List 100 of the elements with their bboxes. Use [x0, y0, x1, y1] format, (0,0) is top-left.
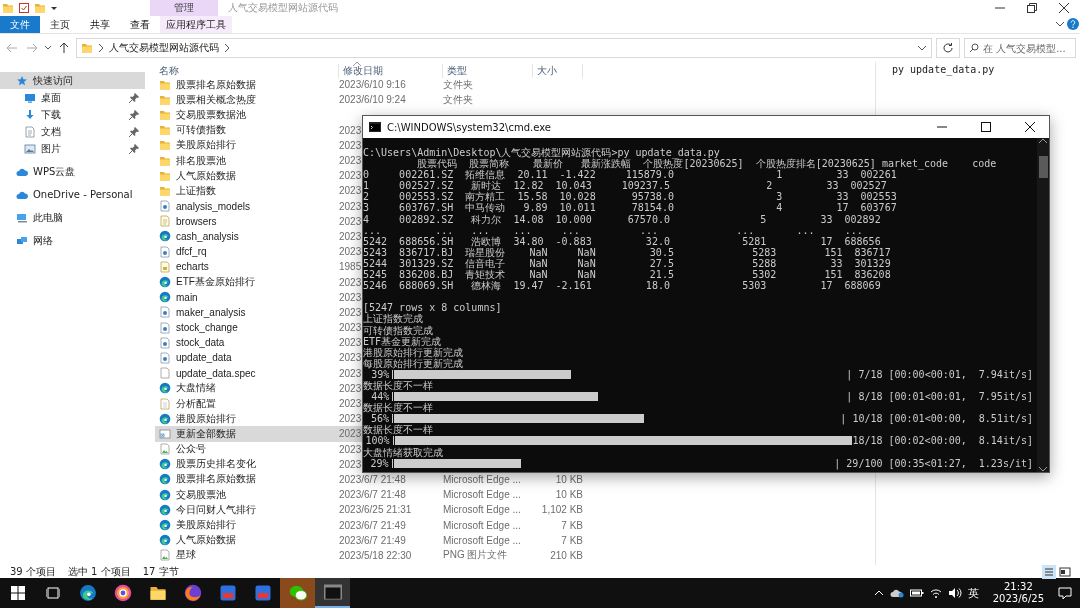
- refresh-button[interactable]: [936, 38, 960, 58]
- date-cell: 2023/6/7 21:49: [339, 519, 406, 531]
- column-header[interactable]: 类型: [443, 64, 533, 78]
- nav-item[interactable]: 此电脑: [0, 209, 145, 226]
- taskbar-app[interactable]: [280, 578, 315, 608]
- selection-info: 选中 1 个项目: [67, 564, 131, 579]
- nav-item[interactable]: 网络: [0, 232, 145, 249]
- wifi-icon[interactable]: [929, 587, 942, 599]
- chevron-up-icon[interactable]: [873, 588, 884, 598]
- file-name[interactable]: maker_analysis: [176, 306, 246, 318]
- computer-icon: [16, 211, 28, 224]
- nav-item[interactable]: 图片: [0, 140, 145, 157]
- item-count: 39 个项目: [10, 564, 56, 579]
- date-cell: 2023/5/18 22:30: [339, 549, 412, 561]
- file-name[interactable]: 美股原始排行: [176, 138, 236, 153]
- date-cell: 2023: [339, 291, 362, 303]
- file-name[interactable]: 交易股票数据池: [176, 107, 246, 122]
- console-line: [5247 rows x 8 columns]: [363, 302, 503, 314]
- column-header[interactable]: 修改日期: [339, 64, 443, 78]
- nav-item[interactable]: 快速访问: [0, 72, 145, 89]
- folder-icon: [159, 139, 171, 152]
- size-cell: 210 KB: [550, 549, 583, 561]
- progress-stats: | 7/18 [00:00<00:01, 7.94it/s]: [846, 368, 1033, 380]
- address-bar[interactable]: 人气交易模型网站源代码: [76, 38, 932, 58]
- battery-icon[interactable]: [909, 588, 924, 598]
- clock[interactable]: 21:32 2023/6/25: [992, 581, 1044, 605]
- file-name[interactable]: 更新全部数据: [176, 426, 236, 441]
- help-icon[interactable]: [1066, 16, 1080, 32]
- date-cell: 2023: [339, 428, 362, 440]
- file-name[interactable]: 上证指数: [176, 183, 216, 198]
- file-name[interactable]: 可转债指数: [176, 123, 226, 138]
- column-header[interactable]: 大小: [533, 64, 583, 78]
- scroll-down-icon[interactable]: [1039, 466, 1047, 472]
- taskbar-app[interactable]: [315, 578, 350, 608]
- file-name[interactable]: 人气原始数据: [176, 533, 236, 548]
- file-name[interactable]: 股票历史排名变化: [176, 457, 256, 472]
- file-name[interactable]: 分析配置: [176, 396, 216, 411]
- ribbon-tab[interactable]: 应用程序工具: [160, 16, 232, 33]
- shortcut-icon: [159, 427, 171, 440]
- file-name[interactable]: browsers: [176, 215, 217, 227]
- chevron-right-icon: [98, 43, 104, 53]
- scrollbar-thumb[interactable]: [1038, 156, 1048, 178]
- console-line: 可转债指数完成: [363, 324, 434, 336]
- file-name[interactable]: stock_data: [176, 337, 225, 349]
- speaker-icon[interactable]: [947, 587, 962, 599]
- window-title: 人气交易模型网站源代码: [228, 1, 339, 15]
- file-name[interactable]: 排名股票池: [176, 153, 226, 168]
- close-icon: [1059, 3, 1069, 13]
- nav-item[interactable]: 下载: [0, 106, 145, 123]
- file-name[interactable]: 星球: [176, 548, 196, 563]
- script-file-icon: [159, 351, 171, 364]
- search-field[interactable]: 在 人气交易模型...: [964, 38, 1076, 58]
- file-name[interactable]: update_data.spec: [176, 367, 256, 379]
- size-cell: 10 KB: [555, 489, 583, 501]
- cloud-icon[interactable]: [889, 587, 904, 599]
- ribbon-tab[interactable]: 查看: [120, 16, 160, 33]
- file-name[interactable]: ETF基金原始排行: [176, 275, 255, 290]
- file-name[interactable]: 交易股票池: [176, 487, 226, 502]
- breadcrumb[interactable]: 人气交易模型网站源代码: [109, 41, 219, 55]
- chevron-down-icon[interactable]: [917, 43, 927, 53]
- file-name[interactable]: dfcf_rq: [176, 246, 207, 258]
- window-title: C:\WINDOWS\system32\cmd.exe: [387, 121, 552, 133]
- console-line: 大盘情绪获取完成: [363, 446, 444, 458]
- file-name[interactable]: 港股原始排行: [176, 411, 236, 426]
- tiles-view-icon[interactable]: [1058, 564, 1072, 579]
- folder-icon: [159, 184, 171, 197]
- document-icon: [159, 215, 171, 228]
- ribbon-tab[interactable]: 文件: [0, 16, 40, 33]
- file-name[interactable]: cash_analysis: [176, 230, 239, 242]
- search-icon: [969, 43, 979, 53]
- document-icon: [159, 260, 171, 273]
- file-name[interactable]: 股票排名原始数据: [176, 77, 256, 92]
- file-name[interactable]: 美股原始排行: [176, 518, 236, 533]
- file-name[interactable]: 公众号: [176, 442, 206, 457]
- ribbon-tab[interactable]: 共享: [80, 16, 120, 33]
- type-cell: PNG 图片文件: [443, 548, 508, 563]
- ribbon-tab[interactable]: 主页: [40, 16, 80, 33]
- nav-item[interactable]: 文档: [0, 123, 145, 140]
- file-name[interactable]: 股票相关概念热度: [176, 92, 256, 107]
- input-method-indicator[interactable]: 英: [967, 585, 979, 601]
- file-name[interactable]: stock_change: [176, 322, 238, 334]
- checklist-icon[interactable]: [18, 2, 30, 14]
- file-name[interactable]: 股票排名原始数据: [176, 472, 256, 487]
- file-name[interactable]: 人气原始数据: [176, 168, 236, 183]
- blank-file-icon: [159, 367, 171, 380]
- swirl-icon: [159, 412, 171, 425]
- file-name[interactable]: main: [176, 291, 198, 303]
- refresh-icon: [942, 42, 954, 54]
- chat-bubbles-icon: [288, 584, 307, 602]
- nav-item[interactable]: OneDrive - Personal: [0, 186, 145, 203]
- file-name[interactable]: 大盘情绪: [176, 381, 216, 396]
- file-name[interactable]: analysis_models: [176, 200, 250, 212]
- column-header[interactable]: 名称: [155, 64, 339, 78]
- scroll-up-icon[interactable]: [1039, 138, 1047, 144]
- file-name[interactable]: echarts: [176, 261, 209, 273]
- nav-item[interactable]: 桌面: [0, 89, 145, 106]
- file-name[interactable]: update_data: [176, 352, 232, 364]
- file-name[interactable]: 今日问财人气排行: [176, 502, 256, 517]
- nav-item[interactable]: WPS云盘: [0, 163, 145, 180]
- notification-icon[interactable]: [1058, 586, 1072, 600]
